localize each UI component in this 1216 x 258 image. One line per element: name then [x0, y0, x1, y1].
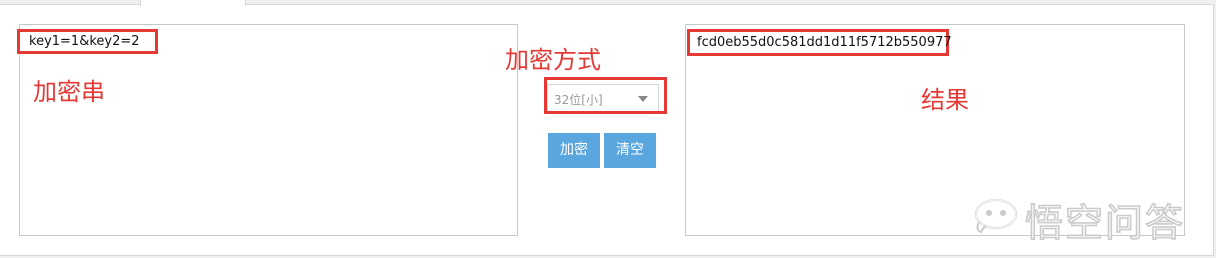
clear-button[interactable]: 清空 — [604, 133, 656, 168]
active-tab[interactable] — [140, 0, 246, 6]
input-text: key1=1&key2=2 — [29, 34, 140, 49]
input-textarea[interactable] — [19, 24, 518, 236]
watermark: 悟空问答 — [973, 190, 1198, 246]
result-text: fcd0eb55d0c581dd1d11f5712b550977 — [697, 35, 952, 50]
result-annotation: 结果 — [921, 86, 969, 114]
mode-highlight-box — [544, 77, 667, 114]
mode-annotation: 加密方式 — [505, 46, 601, 74]
watermark-text: 悟空问答 — [1024, 200, 1186, 246]
wukong-logo-icon — [975, 199, 1017, 234]
input-annotation: 加密串 — [33, 78, 105, 106]
encrypt-button[interactable]: 加密 — [548, 133, 600, 168]
